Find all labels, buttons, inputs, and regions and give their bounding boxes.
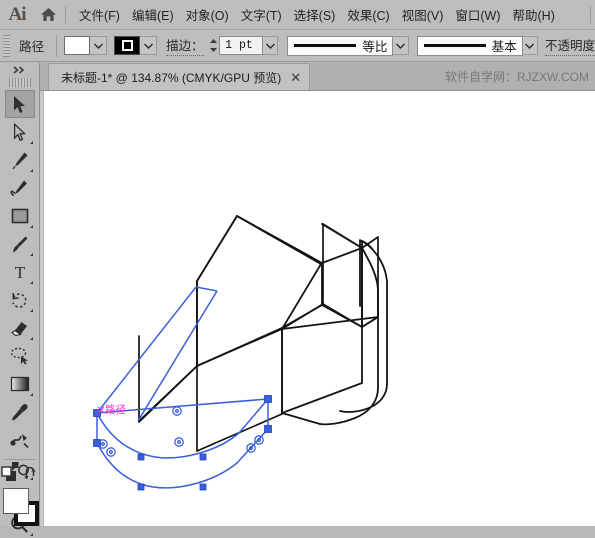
tool-rectangle[interactable] — [5, 202, 35, 230]
tool-eyedropper[interactable] — [5, 398, 35, 426]
toolbar-divider — [4, 459, 35, 460]
tool-flyout-triangle-icon — [29, 253, 33, 256]
tool-flyout-triangle-icon — [29, 533, 33, 536]
menu-help[interactable]: 帮助(H) — [507, 2, 561, 27]
svg-text:T: T — [14, 263, 25, 281]
default-fill-stroke-icon[interactable] — [1, 466, 17, 485]
stroke-color-control[interactable] — [114, 36, 158, 55]
brush-definition-value: 基本 — [491, 40, 517, 54]
tool-flyout-triangle-icon — [29, 309, 33, 312]
stroke-profile-preview-icon — [294, 44, 357, 47]
document-tab[interactable]: 未标题-1* @ 134.87% (CMYK/GPU 预览) ✕ — [48, 63, 311, 90]
swap-fill-stroke-icon[interactable] — [24, 466, 38, 484]
tool-lasso[interactable] — [5, 342, 35, 370]
toolbar-grip[interactable] — [8, 78, 31, 87]
menu-bar-end-separator — [590, 6, 591, 23]
menu-object[interactable]: 对象(O) — [180, 2, 235, 27]
tool-rotate[interactable] — [5, 286, 35, 314]
brush-definition-preview-icon — [423, 44, 486, 47]
illustrator-window: Ai 文件(F) 编辑(E) 对象(O) 文字(T) 选择(S) 效果(C) 视… — [0, 0, 595, 536]
stroke-dropdown-chevron-down-icon[interactable] — [140, 36, 158, 55]
tool-type[interactable]: T — [5, 258, 35, 286]
tool-flyout-triangle-icon — [29, 393, 33, 396]
app-logo: Ai — [8, 3, 27, 25]
control-separator-1 — [56, 34, 58, 57]
tool-pen[interactable] — [5, 146, 35, 174]
fill-dropdown-chevron-down-icon[interactable] — [90, 36, 108, 55]
tool-flyout-triangle-icon — [29, 281, 33, 284]
brush-definition-combo[interactable]: 基本 — [416, 35, 523, 56]
document-canvas[interactable]: 路径 — [40, 91, 595, 526]
fill-stroke-swatches — [1, 488, 39, 526]
menu-separator — [65, 6, 66, 23]
tool-flyout-triangle-icon — [29, 225, 33, 228]
tool-paintbrush[interactable] — [5, 230, 35, 258]
tool-flyout-triangle-icon — [29, 337, 33, 340]
stroke-profile-combo[interactable]: 等比 — [287, 35, 394, 56]
tools-panel: T — [0, 63, 40, 536]
home-icon[interactable] — [34, 0, 62, 30]
menu-select[interactable]: 选择(S) — [288, 2, 342, 27]
toolbar-color-controls — [0, 456, 39, 526]
menu-type[interactable]: 文字(T) — [235, 2, 288, 27]
close-icon[interactable]: ✕ — [290, 71, 301, 84]
brush-definition-chevron-down-icon[interactable] — [522, 36, 538, 55]
stroke-weight-stepper[interactable] — [208, 36, 220, 55]
fill-control[interactable] — [64, 36, 108, 55]
opacity-label[interactable]: 不透明度 — [544, 35, 595, 56]
tool-eraser[interactable] — [5, 314, 35, 342]
stroke-weight-chevron-down-icon[interactable] — [263, 36, 279, 55]
menu-edit[interactable]: 编辑(E) — [126, 2, 180, 27]
watermark-text: 软件自学网：RJZXW.COM — [445, 70, 589, 84]
fill-swatch[interactable] — [64, 36, 91, 55]
menu-view[interactable]: 视图(V) — [396, 2, 450, 27]
control-bar-grip[interactable] — [3, 34, 11, 57]
smart-guide-label: 路径 — [105, 404, 126, 416]
tool-gradient[interactable] — [5, 370, 35, 398]
tool-direct-selection[interactable] — [5, 118, 35, 146]
toolbar-fill-swatch[interactable] — [2, 488, 29, 514]
stroke-weight-input[interactable]: 1 pt — [219, 36, 264, 55]
tool-flyout-triangle-icon — [29, 169, 33, 172]
document-tab-title: 未标题-1* @ 134.87% (CMYK/GPU 预览) — [61, 70, 282, 85]
document-tab-bar: 未标题-1* @ 134.87% (CMYK/GPU 预览) ✕ 软件自学网：R… — [40, 63, 595, 91]
fill-stroke-shortcuts — [0, 463, 39, 488]
control-bar: 路径 描边： 1 pt 等比 基本 不透明度 — [0, 30, 595, 62]
tool-curvature[interactable] — [5, 174, 35, 202]
stroke-swatch[interactable] — [114, 36, 141, 55]
menu-file[interactable]: 文件(F) — [73, 2, 126, 27]
menu-window[interactable]: 窗口(W) — [449, 2, 506, 27]
menu-bar: Ai 文件(F) 编辑(E) 对象(O) 文字(T) 选择(S) 效果(C) 视… — [0, 0, 595, 30]
tool-flyout-triangle-icon — [29, 141, 33, 144]
selection-type-label: 路径 — [19, 40, 45, 54]
toolbar-collapse-button[interactable] — [0, 63, 39, 77]
stroke-profile-chevron-down-icon[interactable] — [393, 36, 409, 55]
isometric-bracket-drawing[interactable] — [40, 91, 595, 526]
menu-effect[interactable]: 效果(C) — [341, 2, 395, 27]
tool-selection[interactable] — [4, 90, 35, 118]
stroke-weight-label[interactable]: 描边： — [166, 35, 204, 56]
tool-blend[interactable] — [5, 426, 35, 454]
stroke-profile-value: 等比 — [362, 40, 388, 54]
